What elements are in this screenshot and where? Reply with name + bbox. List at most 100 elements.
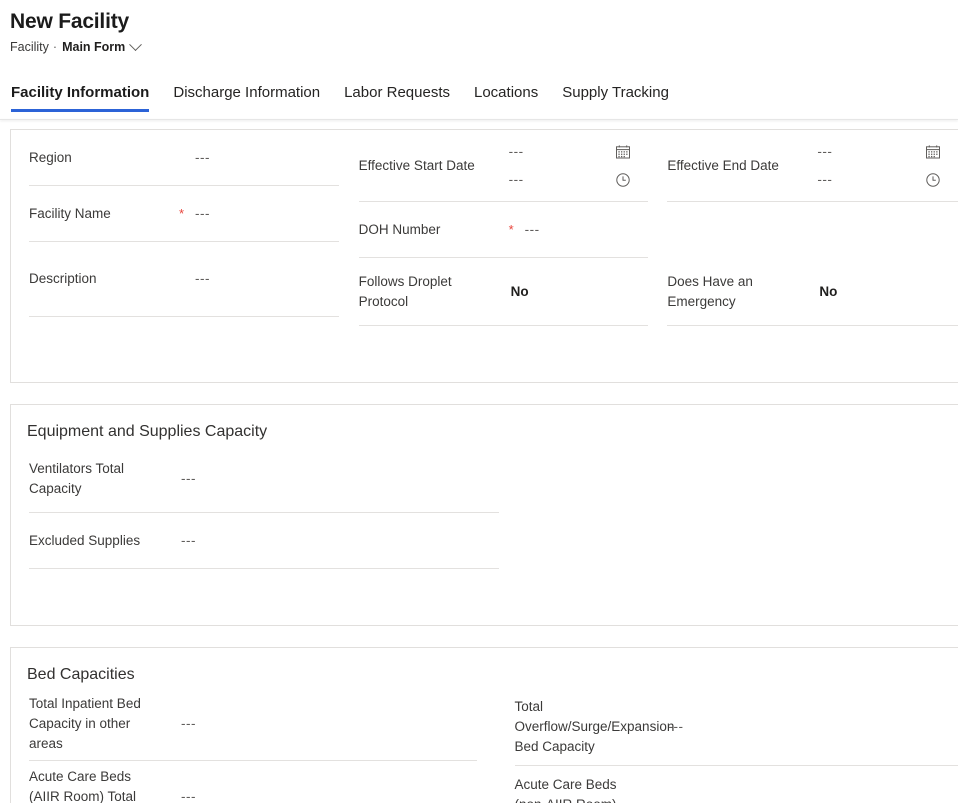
tab-label: Supply Tracking <box>562 84 669 101</box>
field-doh-number[interactable]: DOH Number * --- <box>358 202 649 258</box>
field-value: No <box>819 283 838 299</box>
tab-facility-information[interactable]: Facility Information <box>11 83 161 112</box>
field-does-have-an-emergency[interactable]: Does Have an Emergency * No <box>667 258 958 326</box>
field-excluded-supplies[interactable]: Excluded Supplies * --- <box>29 513 499 569</box>
field-label: Facility Name <box>29 205 111 221</box>
field-label: Description <box>29 271 97 286</box>
field-label: Total Inpatient Bed Capacity in other ar… <box>29 696 141 751</box>
form-selector-label: Main Form <box>62 40 126 54</box>
field-empty-placeholder <box>667 202 958 258</box>
required-marker: * <box>803 281 819 302</box>
tab-label: Locations <box>474 84 539 101</box>
breadcrumb-separator: · <box>52 40 58 54</box>
field-effective-end-date[interactable]: Effective End Date --- --- <box>667 130 958 202</box>
tab-labor-requests[interactable]: Labor Requests <box>332 83 462 112</box>
section-equipment-column-a: Ventilators Total Capacity * --- Exclude… <box>11 445 499 613</box>
tab-label: Facility Information <box>11 84 150 101</box>
field-value: --- <box>195 205 210 221</box>
required-marker: * <box>495 281 511 302</box>
calendar-icon[interactable] <box>924 143 942 161</box>
field-effective-start-date[interactable]: Effective Start Date --- --- <box>358 130 649 202</box>
field-label: Follows Droplet Protocol <box>358 273 452 309</box>
field-value: --- <box>668 718 684 734</box>
section-bed-columns: Total Inpatient Bed Capacity in other ar… <box>11 688 958 803</box>
section-general-column-a: Region * --- Facility Name * --- Descrip… <box>11 130 339 370</box>
date-value: --- <box>508 143 524 159</box>
field-label: DOH Number <box>358 221 441 237</box>
section-equipment-columns: Ventilators Total Capacity * --- Exclude… <box>11 445 958 625</box>
field-value: --- <box>181 789 196 803</box>
required-marker: * <box>165 714 181 735</box>
section-title: Bed Capacities <box>27 666 135 683</box>
time-row[interactable]: --- <box>509 169 637 191</box>
section-bed-column-a: Total Inpatient Bed Capacity in other ar… <box>11 688 477 803</box>
date-time-stack: --- --- <box>509 141 637 191</box>
field-facility-name[interactable]: Facility Name * --- <box>29 186 339 242</box>
field-label: Excluded Supplies <box>29 532 141 548</box>
required-marker: * <box>179 269 195 290</box>
time-value: --- <box>817 171 833 187</box>
date-value: --- <box>817 143 833 159</box>
field-value: --- <box>195 149 210 165</box>
form-tab-strip: Facility Information Discharge Informati… <box>0 76 958 112</box>
field-description[interactable]: Description * --- <box>29 242 339 317</box>
required-marker: * <box>653 716 669 737</box>
field-region[interactable]: Region * --- <box>29 130 339 186</box>
field-value: No <box>510 283 529 299</box>
tab-discharge-information[interactable]: Discharge Information <box>161 83 332 112</box>
field-acute-care-beds-non-aiir-room-total-capacity[interactable]: Acute Care Beds (non-AIIR Room) Total Ca… <box>515 766 958 803</box>
field-value: --- <box>181 470 196 486</box>
field-value: --- <box>524 221 540 237</box>
section-general-columns: Region * --- Facility Name * --- Descrip… <box>11 130 958 382</box>
tab-locations[interactable]: Locations <box>462 83 550 112</box>
breadcrumb: Facility · Main Form <box>10 37 958 56</box>
page-header: New Facility Facility · Main Form <box>0 0 958 56</box>
field-value: --- <box>181 532 196 548</box>
clock-icon[interactable] <box>924 171 942 189</box>
section-title: Equipment and Supplies Capacity <box>27 423 268 440</box>
field-label: Does Have an Emergency <box>667 273 753 309</box>
time-value: --- <box>508 171 524 187</box>
calendar-icon[interactable] <box>614 143 632 161</box>
clock-icon[interactable] <box>614 171 632 189</box>
required-marker: * <box>165 530 181 551</box>
required-marker: * <box>508 222 514 237</box>
date-row[interactable]: --- <box>509 141 637 163</box>
tab-label: Labor Requests <box>344 84 450 101</box>
section-equipment-column-b <box>499 445 958 613</box>
field-label: Total Overflow/Surge/Expansion Bed Capac… <box>514 698 675 754</box>
section-bed-column-b: Total Overflow/Surge/Expansion Bed Capac… <box>477 688 958 803</box>
time-row[interactable]: --- <box>817 169 946 191</box>
entity-name: Facility <box>10 40 49 54</box>
tab-label: Discharge Information <box>173 84 321 101</box>
field-follows-droplet-protocol[interactable]: Follows Droplet Protocol * No <box>358 258 649 326</box>
field-total-inpatient-bed-capacity-other-areas[interactable]: Total Inpatient Bed Capacity in other ar… <box>29 688 477 761</box>
field-ventilators-total-capacity[interactable]: Ventilators Total Capacity * --- <box>29 445 499 513</box>
section-general-column-c: Effective End Date --- --- Does Have an … <box>648 130 958 370</box>
tab-supply-tracking[interactable]: Supply Tracking <box>550 83 681 112</box>
date-row[interactable]: --- <box>817 141 946 163</box>
form-body: Region * --- Facility Name * --- Descrip… <box>0 120 958 803</box>
field-value: --- <box>195 271 210 286</box>
required-marker: * <box>179 147 195 168</box>
section-general-column-b: Effective Start Date --- --- DOH Number … <box>339 130 649 370</box>
chevron-down-icon <box>129 37 143 51</box>
field-label: Region <box>29 149 72 165</box>
required-marker: * <box>653 794 669 803</box>
field-label: Acute Care Beds (non-AIIR Room) Total Ca… <box>514 776 617 803</box>
required-marker: * <box>179 206 185 221</box>
field-value: --- <box>181 716 196 731</box>
section-bed-capacities: Bed Capacities Total Inpatient Bed Capac… <box>10 647 958 803</box>
field-spacer <box>29 569 499 613</box>
section-equipment-and-supplies-capacity: Equipment and Supplies Capacity Ventilat… <box>10 404 958 626</box>
field-acute-care-beds-aiir-room-total-capacity[interactable]: Acute Care Beds (AIIR Room) Total Capaci… <box>29 761 477 803</box>
field-label: Effective Start Date <box>358 157 475 173</box>
field-label: Effective End Date <box>667 157 779 173</box>
field-label: Ventilators Total Capacity <box>29 460 125 496</box>
field-label: Acute Care Beds (AIIR Room) Total Capaci… <box>29 769 137 803</box>
date-time-stack: --- --- <box>817 141 946 191</box>
field-value: --- <box>669 795 947 803</box>
form-selector[interactable]: Main Form <box>62 37 143 56</box>
field-total-overflow-surge-expansion-bed-capacity[interactable]: Total Overflow/Surge/Expansion Bed Capac… <box>514 688 958 766</box>
field-spacer <box>667 326 958 370</box>
